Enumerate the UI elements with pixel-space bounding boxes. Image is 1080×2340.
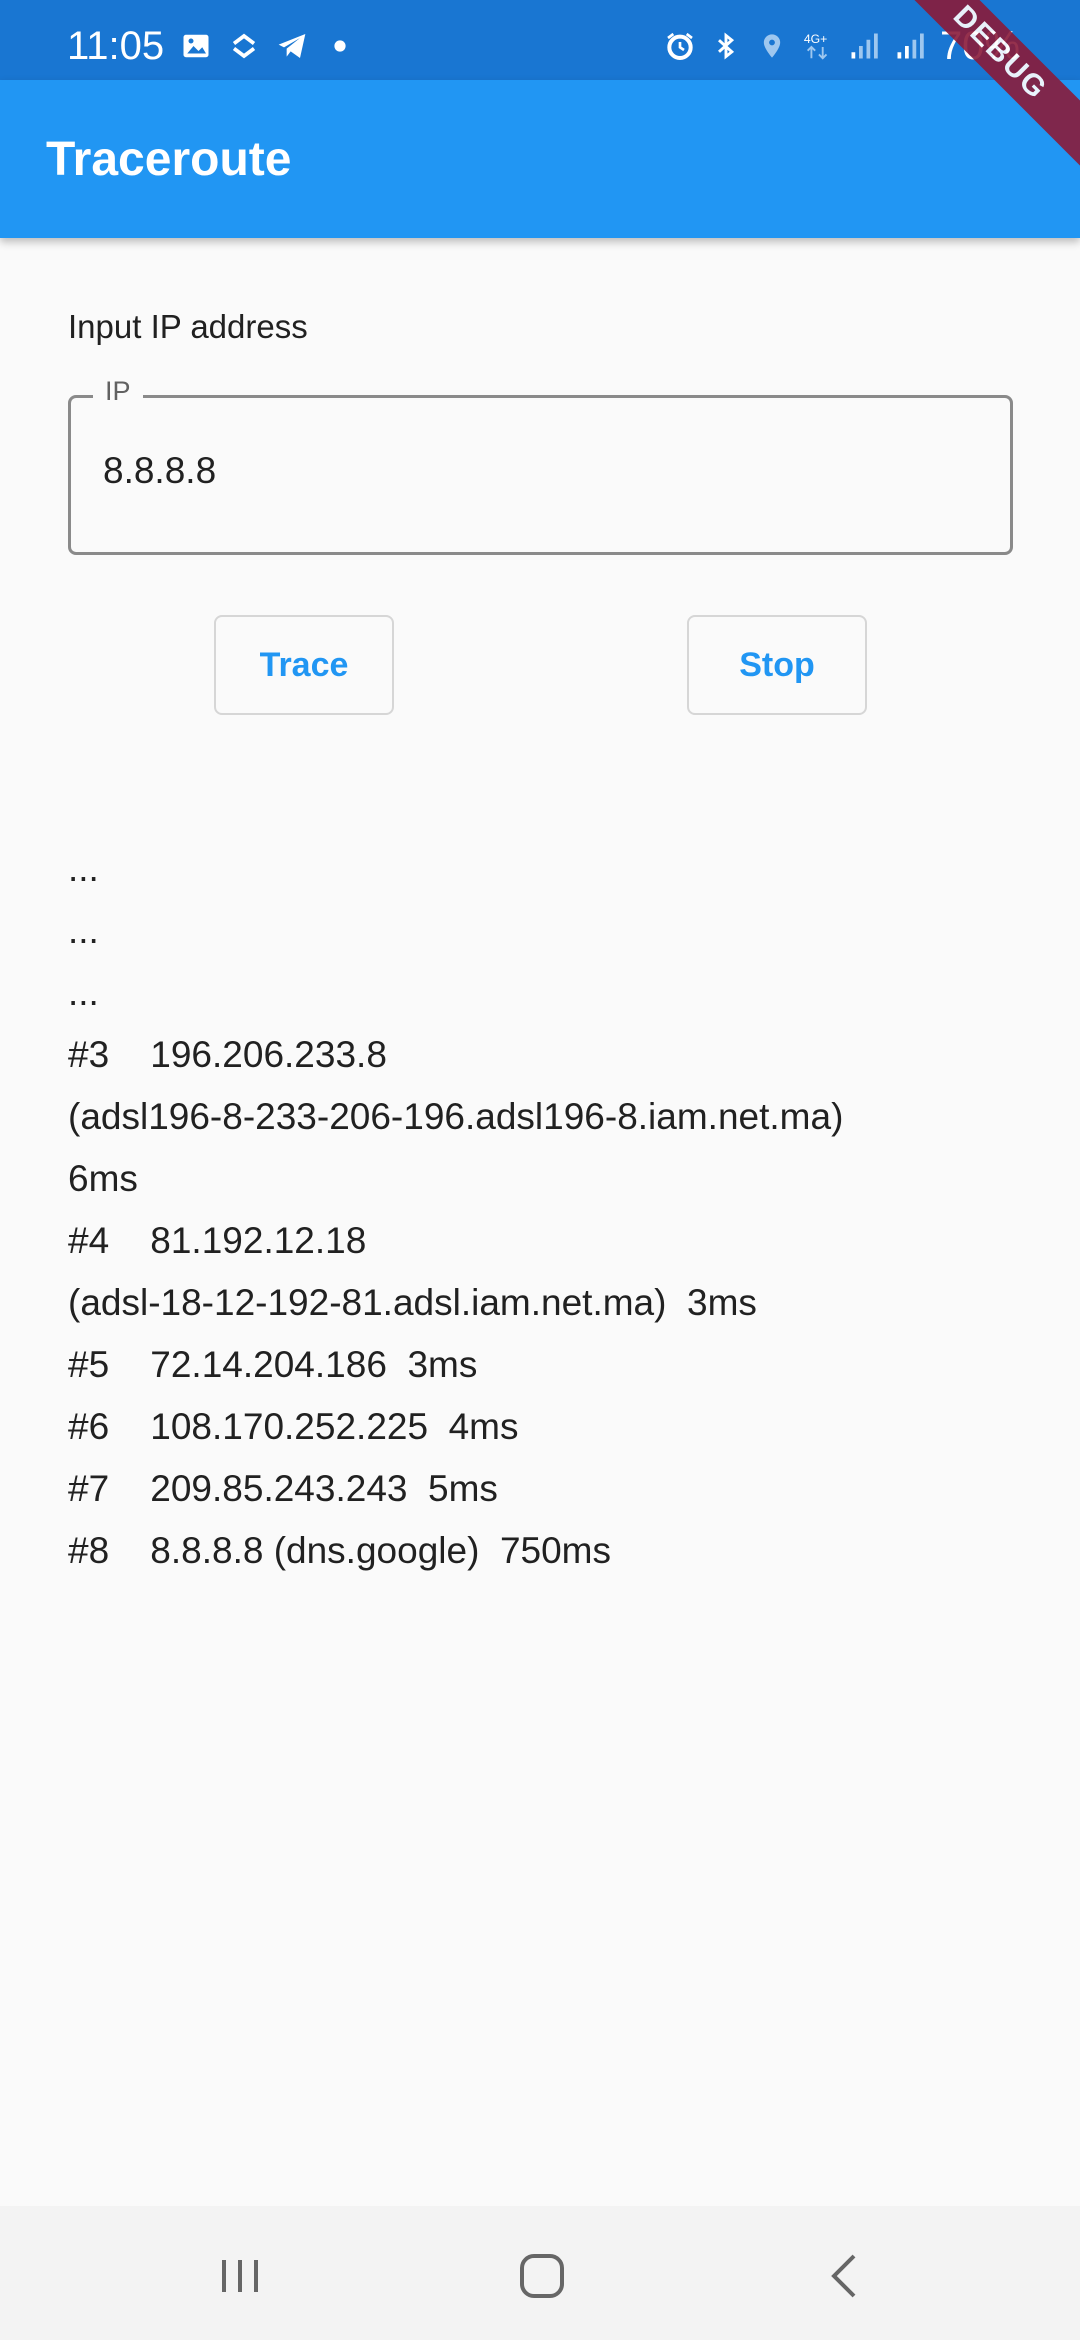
result-line: (adsl-18-12-192-81.adsl.iam.net.ma) 3ms xyxy=(68,1282,757,1323)
location-icon xyxy=(756,30,788,62)
result-line: #6 108.170.252.225 4ms xyxy=(68,1406,519,1447)
telegram-icon xyxy=(276,30,308,62)
result-line: #3 196.206.233.8 xyxy=(68,1034,387,1075)
status-time: 11:05 xyxy=(67,24,165,68)
sync-icon xyxy=(228,30,260,62)
traceroute-results: ... ... ... #3 196.206.233.8 (adsl196-8-… xyxy=(68,838,1028,1582)
4g-icon: 4G+ xyxy=(802,30,834,62)
svg-text:4G+: 4G+ xyxy=(804,32,827,46)
system-nav-bar xyxy=(0,2206,1080,2340)
input-label: Input IP address xyxy=(68,308,308,345)
ip-input[interactable]: IP 8.8.8.8 xyxy=(68,376,1013,555)
signal-icon xyxy=(848,30,880,62)
result-line: #5 72.14.204.186 3ms xyxy=(68,1344,478,1385)
page-title: Traceroute xyxy=(46,133,292,186)
alarm-icon xyxy=(664,30,696,62)
dot-icon xyxy=(324,30,356,62)
ip-field-label: IP xyxy=(93,376,143,407)
result-line: #4 81.192.12.18 xyxy=(68,1220,367,1261)
result-line: ... xyxy=(68,972,99,1013)
status-bar: 11:05 4G+ 70% xyxy=(0,0,1080,80)
recents-icon[interactable] xyxy=(210,2246,270,2306)
result-line: 6ms xyxy=(68,1158,138,1199)
app-bar: Traceroute xyxy=(0,80,1080,238)
result-line: ... xyxy=(68,910,99,951)
back-icon[interactable] xyxy=(816,2246,876,2306)
result-line: #8 8.8.8.8 (dns.google) 750ms xyxy=(68,1530,612,1571)
image-icon xyxy=(180,30,212,62)
trace-button[interactable]: Trace xyxy=(214,615,394,715)
result-line: (adsl196-8-233-206-196.adsl196-8.iam.net… xyxy=(68,1096,844,1137)
status-left-icons xyxy=(180,30,356,62)
result-line: #7 209.85.243.243 5ms xyxy=(68,1468,498,1509)
stop-button[interactable]: Stop xyxy=(687,615,867,715)
ip-field-value[interactable]: 8.8.8.8 xyxy=(103,450,216,492)
home-icon[interactable] xyxy=(512,2246,572,2306)
result-line: ... xyxy=(68,848,99,889)
signal-icon xyxy=(894,30,926,62)
bluetooth-icon xyxy=(710,30,742,62)
